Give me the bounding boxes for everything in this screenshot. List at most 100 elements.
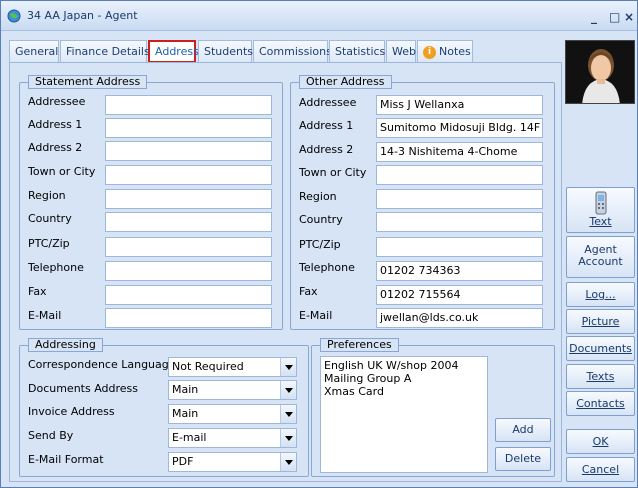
- statement-ptc-label: PTC/Zip: [28, 237, 70, 250]
- list-item[interactable]: Mailing Group A: [324, 372, 484, 385]
- chevron-down-icon[interactable]: [280, 405, 296, 423]
- chevron-down-icon[interactable]: [280, 429, 296, 447]
- send-by-select[interactable]: E-mail: [168, 428, 297, 448]
- tab-label: Address: [155, 45, 199, 58]
- statement-ptc-field[interactable]: [105, 237, 272, 257]
- statement-address2-label: Address 2: [28, 141, 83, 154]
- select-value: Main: [172, 383, 199, 396]
- list-item[interactable]: English UK W/shop 2004: [324, 359, 484, 372]
- tab-commissions[interactable]: Commissions: [253, 40, 332, 63]
- other-email-label: E-Mail: [299, 309, 333, 322]
- delete-preference-button[interactable]: Delete: [495, 447, 551, 471]
- tab-students[interactable]: Students: [198, 40, 253, 63]
- statement-address1-field[interactable]: [105, 118, 272, 138]
- statement-country-label: Country: [28, 212, 72, 225]
- select-value: PDF: [172, 455, 194, 468]
- globe-icon: [7, 9, 21, 23]
- tab-label: Commissions: [259, 45, 332, 58]
- agent-photo[interactable]: [565, 40, 635, 104]
- statement-fax-label: Fax: [28, 285, 47, 298]
- preferences-list[interactable]: English UK W/shop 2004 Mailing Group A X…: [320, 356, 488, 473]
- other-address2-field[interactable]: 14-3 Nishitema 4-Chome: [376, 142, 543, 162]
- other-fax-field[interactable]: 01202 715564: [376, 285, 543, 305]
- addressing-title: Addressing: [28, 338, 103, 352]
- statement-email-field[interactable]: [105, 308, 272, 328]
- mobile-phone-icon: [595, 191, 606, 215]
- agent-portrait-image: [566, 41, 634, 103]
- chevron-down-icon[interactable]: [280, 381, 296, 399]
- email-format-select[interactable]: PDF: [168, 452, 297, 472]
- statement-region-label: Region: [28, 189, 66, 202]
- text-button-label: Text: [589, 215, 612, 228]
- tab-label: Statistics: [335, 45, 386, 58]
- list-item[interactable]: Xmas Card: [324, 385, 484, 398]
- statement-region-field[interactable]: [105, 189, 272, 209]
- agent-account-label-line2: Account: [578, 255, 623, 268]
- other-ptc-field[interactable]: [376, 237, 543, 257]
- statement-address1-label: Address 1: [28, 118, 83, 131]
- statement-fax-field[interactable]: [105, 285, 272, 305]
- other-email-field[interactable]: jwellan@lds.co.uk: [376, 308, 543, 328]
- statement-country-field[interactable]: [105, 212, 272, 232]
- other-addressee-label: Addressee: [299, 96, 357, 109]
- tab-statistics[interactable]: Statistics: [329, 40, 385, 63]
- tab-notes[interactable]: i Notes: [417, 40, 473, 63]
- cancel-button[interactable]: Cancel: [566, 457, 635, 482]
- other-town-label: Town or City: [299, 166, 367, 179]
- other-region-field[interactable]: [376, 189, 543, 209]
- other-addressee-field[interactable]: Miss J Wellanxa: [376, 95, 543, 115]
- agent-window: 34 AA Japan - Agent _ □ × General Financ…: [0, 0, 638, 488]
- correspondence-language-label: Correspondence Language: [28, 358, 176, 371]
- statement-telephone-field[interactable]: [105, 261, 272, 281]
- other-country-field[interactable]: [376, 212, 543, 232]
- email-format-label: E-Mail Format: [28, 453, 104, 466]
- other-fax-label: Fax: [299, 285, 318, 298]
- statement-addressee-label: Addressee: [28, 95, 86, 108]
- tab-finance-details[interactable]: Finance Details: [60, 40, 150, 63]
- invoice-address-select[interactable]: Main: [168, 404, 297, 424]
- select-value: Not Required: [172, 360, 244, 373]
- agent-account-button[interactable]: Agent Account: [566, 236, 635, 278]
- invoice-address-label: Invoice Address: [28, 405, 115, 418]
- tab-web[interactable]: Web: [386, 40, 416, 63]
- close-button[interactable]: ×: [624, 11, 634, 23]
- title-bar[interactable]: 34 AA Japan - Agent _ □ ×: [1, 1, 637, 31]
- other-country-label: Country: [299, 213, 343, 226]
- other-address-title: Other Address: [299, 75, 392, 89]
- other-town-field[interactable]: [376, 165, 543, 185]
- tab-address[interactable]: Address: [148, 40, 199, 63]
- other-address1-field[interactable]: Sumitomo Midosuji Bldg. 14F: [376, 118, 543, 138]
- ok-button[interactable]: OK: [566, 429, 635, 454]
- statement-address2-field[interactable]: [105, 141, 272, 161]
- other-address1-label: Address 1: [299, 119, 354, 132]
- maximize-button[interactable]: □: [609, 11, 620, 23]
- picture-button[interactable]: Picture: [566, 309, 635, 334]
- chevron-down-icon[interactable]: [280, 453, 296, 471]
- minimize-button[interactable]: _: [591, 11, 597, 23]
- add-preference-button[interactable]: Add: [495, 418, 551, 442]
- documents-button[interactable]: Documents: [566, 336, 635, 361]
- other-telephone-field[interactable]: 01202 734363: [376, 261, 543, 281]
- preferences-title: Preferences: [320, 338, 399, 352]
- log-button[interactable]: Log...: [566, 282, 635, 307]
- tab-label: Web: [392, 45, 416, 58]
- other-region-label: Region: [299, 190, 337, 203]
- contacts-button[interactable]: Contacts: [566, 391, 635, 416]
- texts-button[interactable]: Texts: [566, 364, 635, 389]
- tab-label: Notes: [439, 45, 471, 58]
- statement-telephone-label: Telephone: [28, 261, 84, 274]
- other-ptc-label: PTC/Zip: [299, 238, 341, 251]
- statement-addressee-field[interactable]: [105, 95, 272, 115]
- tab-label: General: [15, 45, 59, 58]
- correspondence-language-select[interactable]: Not Required: [168, 357, 297, 377]
- preferences-group: Preferences English UK W/shop 2004 Maili…: [311, 338, 555, 477]
- tab-general[interactable]: General: [9, 40, 59, 63]
- statement-town-field[interactable]: [105, 165, 272, 185]
- text-button[interactable]: Text: [566, 187, 635, 233]
- other-telephone-label: Telephone: [299, 261, 355, 274]
- chevron-down-icon[interactable]: [280, 358, 296, 376]
- window-title: 34 AA Japan - Agent: [27, 9, 138, 22]
- other-address-group: Other Address Addressee Miss J Wellanxa …: [290, 75, 555, 330]
- info-icon: i: [423, 45, 436, 59]
- documents-address-select[interactable]: Main: [168, 380, 297, 400]
